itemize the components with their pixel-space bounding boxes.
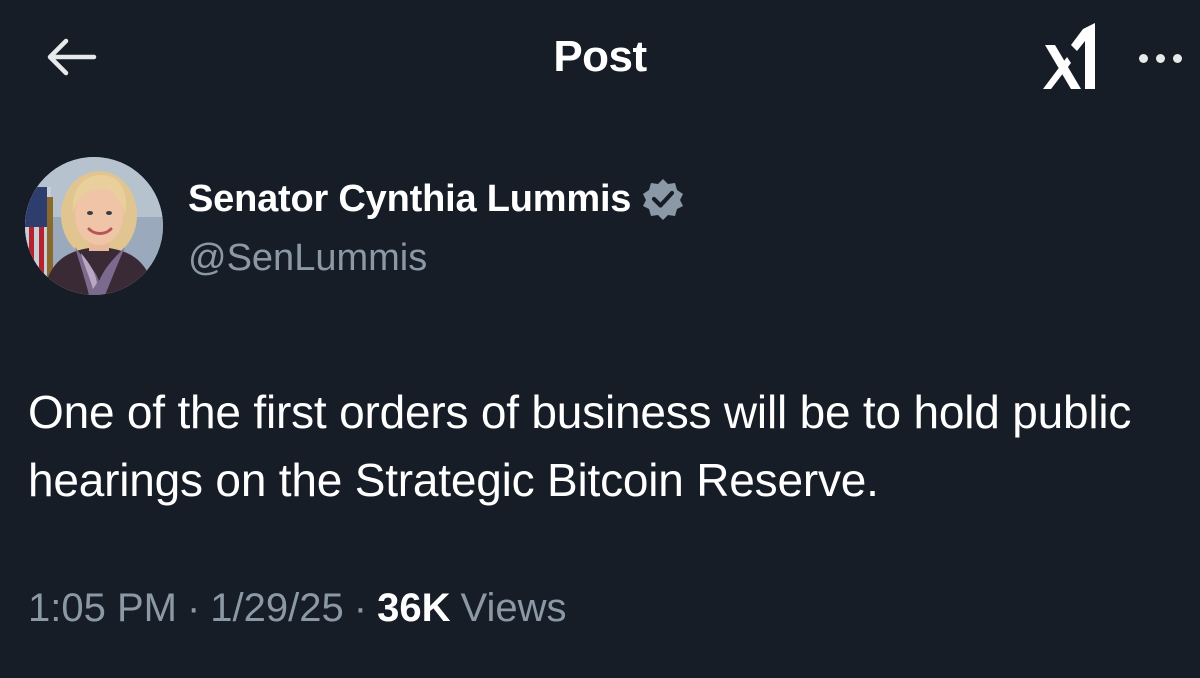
- post-author: Senator Cynthia Lummis @SenLummis: [25, 157, 1125, 297]
- verified-badge-icon: [643, 179, 684, 220]
- name-row: Senator Cynthia Lummis: [188, 177, 685, 221]
- more-horizontal-icon: [1135, 53, 1186, 63]
- grok-icon: [1043, 23, 1095, 89]
- more-options-button[interactable]: [1128, 38, 1192, 78]
- meta-separator: ·: [353, 586, 368, 630]
- meta-separator: ·: [186, 586, 201, 630]
- user-handle[interactable]: @SenLummis: [188, 237, 427, 280]
- views-count[interactable]: 36K: [377, 586, 450, 631]
- post-meta: 1:05 PM · 1/29/25 · 36K Views: [28, 586, 566, 631]
- avatar[interactable]: [25, 157, 163, 295]
- page-title: Post: [553, 32, 647, 81]
- display-name[interactable]: Senator Cynthia Lummis: [188, 178, 631, 221]
- post-time[interactable]: 1:05 PM: [28, 586, 177, 631]
- post-date[interactable]: 1/29/25: [210, 586, 343, 631]
- top-bar: Post: [0, 0, 1200, 120]
- grok-button[interactable]: [1030, 22, 1110, 94]
- views-label: Views: [460, 586, 567, 630]
- post-text: One of the first orders of business will…: [28, 386, 1132, 506]
